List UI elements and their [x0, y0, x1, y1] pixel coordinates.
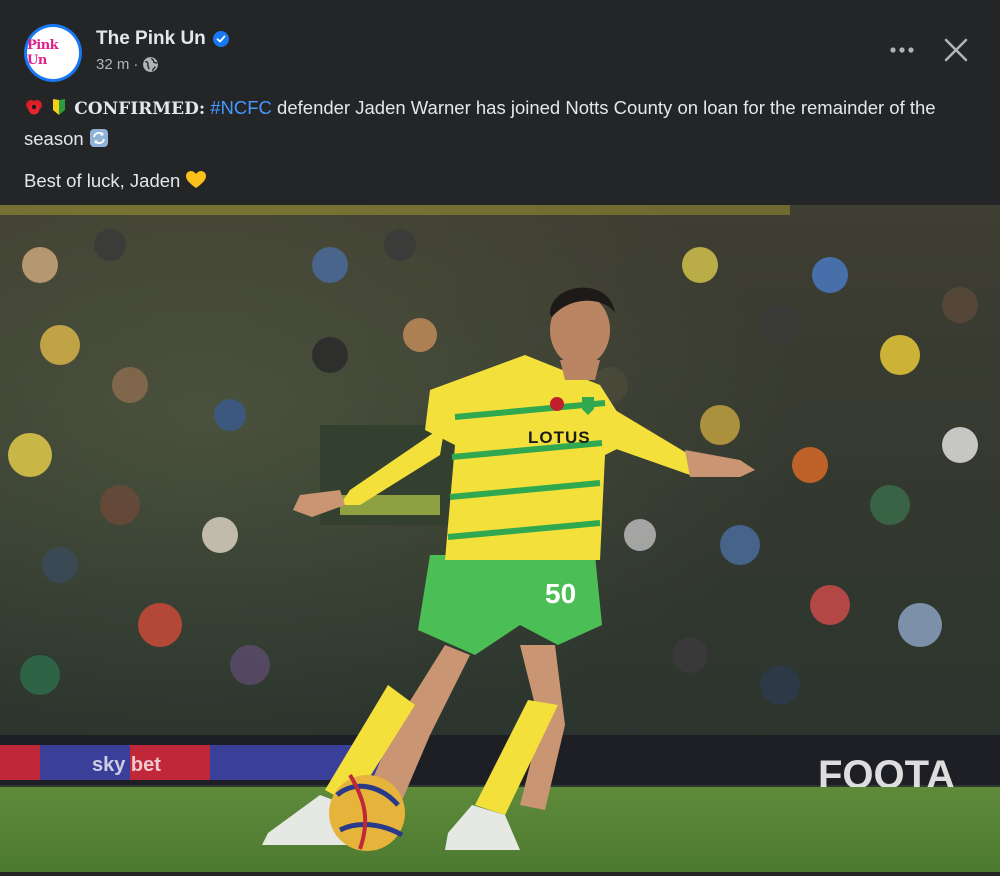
- shirt-sponsor: LOTUS: [528, 428, 591, 447]
- facebook-post: Pink Un The Pink Un 32 m · CONFIRMED: #N…: [0, 0, 1000, 876]
- globe-icon[interactable]: [142, 56, 159, 73]
- football-player-photo: sky bet FOOTA 50 LOTUS: [0, 205, 1000, 872]
- shorts-number: 50: [545, 578, 576, 609]
- post-signoff-text: Best of luck, Jaden: [24, 170, 186, 191]
- more-options-button[interactable]: [882, 30, 922, 70]
- meta-separator: ·: [133, 56, 139, 73]
- hashtag-link[interactable]: #NCFC: [210, 97, 272, 118]
- avatar-logo-text: Pink Un: [27, 38, 59, 68]
- confirmed-label: CONFIRMED: [74, 99, 199, 119]
- close-button[interactable]: [936, 30, 976, 70]
- confirmed-colon: :: [198, 99, 206, 119]
- post-header: Pink Un The Pink Un 32 m ·: [24, 24, 976, 84]
- page-name-link[interactable]: The Pink Un: [96, 28, 206, 50]
- poppy-emoji: [24, 97, 44, 125]
- post-text-line-2: Best of luck, Jaden: [24, 167, 970, 198]
- post-timestamp[interactable]: 32 m: [96, 56, 129, 73]
- beginner-symbol-emoji: [49, 97, 69, 125]
- post-text-line-1: CONFIRMED: #NCFC defender Jaden Warner h…: [24, 94, 970, 156]
- yellow-heart-emoji: [185, 170, 207, 198]
- repeat-emoji: [89, 128, 109, 156]
- post-message: CONFIRMED: #NCFC defender Jaden Warner h…: [24, 94, 970, 198]
- more-dots-icon: [890, 47, 914, 53]
- post-photo[interactable]: sky bet FOOTA 50 LOTUS: [0, 205, 1000, 872]
- page-avatar[interactable]: Pink Un: [24, 24, 82, 82]
- verified-badge-icon: [212, 31, 229, 47]
- close-icon: [944, 38, 968, 62]
- board-brand-text: sky bet: [92, 754, 161, 776]
